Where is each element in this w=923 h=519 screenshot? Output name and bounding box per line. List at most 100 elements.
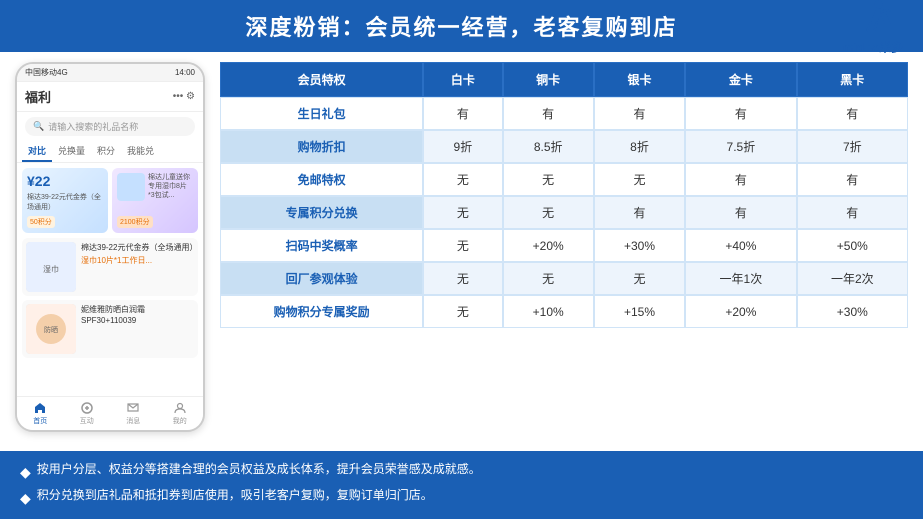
row-cell: 无 <box>503 262 594 295</box>
page-footer: ◆ 按用户分层、权益分等搭建合理的会员权益及成长体系，提升会员荣誉感及成就感。 … <box>0 451 923 519</box>
footer-text-2: 积分兑换到店礼品和抵扣券到店使用，吸引老客户复购，复购订单归门店。 <box>37 485 433 507</box>
coupon-grid: ¥22 棉达39-22元代金券（全场通用） 50积分 棉达儿童送你专用湿巾8片*… <box>22 168 198 233</box>
row-label: 回厂参观体验 <box>220 262 423 295</box>
row-cell: 无 <box>594 262 685 295</box>
tab-points[interactable]: 积分 <box>91 141 121 162</box>
row-cell: 有 <box>797 97 908 130</box>
row-label: 购物积分专属奖励 <box>220 295 423 328</box>
row-cell: +20% <box>503 229 594 262</box>
table-row: 生日礼包有有有有有 <box>220 97 908 130</box>
row-cell: 一年2次 <box>797 262 908 295</box>
row-cell: +30% <box>797 295 908 328</box>
row-label: 扫码中奖概率 <box>220 229 423 262</box>
coupon-card-2[interactable]: 棉达儿童送你专用湿巾8片*3包试... 2100积分 <box>112 168 198 233</box>
product-image-2: 防晒 <box>26 304 76 354</box>
row-cell: 有 <box>797 196 908 229</box>
logo-text: midoo米多 <box>843 39 903 56</box>
row-cell: 有 <box>685 163 796 196</box>
svg-text:湿巾: 湿巾 <box>43 264 59 274</box>
row-cell: 无 <box>423 295 502 328</box>
col-header-gold: 金卡 <box>685 62 796 97</box>
col-header-privilege: 会员特权 <box>220 62 423 97</box>
col-header-white: 白卡 <box>423 62 502 97</box>
phone-app-header: 福利 ••• ⚙ <box>17 82 203 112</box>
row-cell: 无 <box>503 196 594 229</box>
nav-profile-label: 我的 <box>173 416 187 426</box>
main-content: 中国移动4G 14:00 福利 ••• ⚙ 🔍 请输入搜索的礼品名称 对比 兑换… <box>0 52 923 451</box>
row-cell: 7折 <box>797 130 908 163</box>
table-area: 会员特权 白卡 铜卡 银卡 金卡 黑卡 生日礼包有有有有有购物折扣9折8.5折8… <box>220 62 908 451</box>
product-image-1: 湿巾 <box>26 242 76 292</box>
row-cell: 无 <box>594 163 685 196</box>
phone-tabs: 对比 兑换量 积分 我能兑 <box>17 141 203 163</box>
table-row: 专属积分兑换无无有有有 <box>220 196 908 229</box>
row-label: 免邮特权 <box>220 163 423 196</box>
table-row: 免邮特权无无无有有 <box>220 163 908 196</box>
tab-exchange-volume[interactable]: 兑换量 <box>52 141 91 162</box>
nav-interact[interactable]: 互动 <box>80 401 94 426</box>
col-header-bronze: 铜卡 <box>503 62 594 97</box>
coupon-points-2: 2100积分 <box>117 216 153 228</box>
row-cell: 一年1次 <box>685 262 796 295</box>
coupon-price-1: ¥22 <box>27 173 103 189</box>
phone-header-icons: ••• ⚙ <box>173 91 195 102</box>
footer-item-1: ◆ 按用户分层、权益分等搭建合理的会员权益及成长体系，提升会员荣誉感及成就感。 <box>20 459 903 485</box>
row-cell: 无 <box>423 262 502 295</box>
row-cell: 有 <box>685 97 796 130</box>
svg-text:防晒: 防晒 <box>44 325 58 334</box>
table-row: 购物折扣9折8.5折8折7.5折7折 <box>220 130 908 163</box>
midoo-logo-icon <box>853 0 893 37</box>
coupon-desc-2: 棉达儿童送你专用湿巾8片*3包试... <box>148 173 193 200</box>
row-cell: 无 <box>503 163 594 196</box>
row-cell: 8折 <box>594 130 685 163</box>
row-cell: +50% <box>797 229 908 262</box>
diamond-icon-2: ◆ <box>20 486 31 511</box>
logo-area: midoo米多 <box>843 0 903 56</box>
row-cell: 有 <box>423 97 502 130</box>
row-label: 购物折扣 <box>220 130 423 163</box>
row-cell: 有 <box>594 196 685 229</box>
nav-home-label: 首页 <box>33 416 47 426</box>
phone-bottom-nav: 首页 互动 消息 我的 <box>17 396 203 430</box>
product-name-2: 妮维雅防晒白润霜 SPF30+110039 <box>81 304 194 326</box>
table-row: 扫码中奖概率无+20%+30%+40%+50% <box>220 229 908 262</box>
table-row: 购物积分专属奖励无+10%+15%+20%+30% <box>220 295 908 328</box>
page-title: 深度粉销：会员统一经营，老客复购到店 <box>245 15 677 40</box>
phone-section-title: 福利 <box>25 87 51 106</box>
row-cell: 有 <box>685 196 796 229</box>
nav-profile[interactable]: 我的 <box>173 401 187 426</box>
nav-message-label: 消息 <box>126 416 140 426</box>
product-card-2[interactable]: 防晒 妮维雅防晒白润霜 SPF30+110039 <box>22 300 198 358</box>
row-cell: +10% <box>503 295 594 328</box>
search-placeholder-text: 请输入搜索的礼品名称 <box>48 120 138 133</box>
status-bar: 中国移动4G 14:00 <box>17 64 203 82</box>
row-cell: 无 <box>423 229 502 262</box>
row-cell: 无 <box>423 163 502 196</box>
row-cell: 无 <box>423 196 502 229</box>
product-info-2: 妮维雅防晒白润霜 SPF30+110039 <box>81 304 194 326</box>
nav-home[interactable]: 首页 <box>33 401 47 426</box>
coupon-desc-1: 棉达39-22元代金券（全场通用） <box>27 193 103 211</box>
row-label: 生日礼包 <box>220 97 423 130</box>
tab-redeemable[interactable]: 我能兑 <box>121 141 160 162</box>
row-cell: 有 <box>594 97 685 130</box>
nav-message[interactable]: 消息 <box>126 401 140 426</box>
phone-search-bar[interactable]: 🔍 请输入搜索的礼品名称 <box>25 117 195 136</box>
search-icon: 🔍 <box>33 121 44 132</box>
row-cell: +30% <box>594 229 685 262</box>
row-cell: +15% <box>594 295 685 328</box>
carrier: 中国移动4G <box>25 67 68 78</box>
col-header-black: 黑卡 <box>797 62 908 97</box>
coupon-card-1[interactable]: ¥22 棉达39-22元代金券（全场通用） 50积分 <box>22 168 108 233</box>
footer-item-2: ◆ 积分兑换到店礼品和抵扣券到店使用，吸引老客户复购，复购订单归门店。 <box>20 485 903 511</box>
col-header-silver: 银卡 <box>594 62 685 97</box>
product-desc-1: 湿巾10片*1工作日... <box>81 255 194 266</box>
footer-text-1: 按用户分层、权益分等搭建合理的会员权益及成长体系，提升会员荣誉感及成就感。 <box>37 459 481 481</box>
product-card-1[interactable]: 湿巾 棉达39-22元代金券（全场通用） 湿巾10片*1工作日... <box>22 238 198 296</box>
table-header-row: 会员特权 白卡 铜卡 银卡 金卡 黑卡 <box>220 62 908 97</box>
page-header: 深度粉销：会员统一经营，老客复购到店 midoo米多 <box>0 0 923 52</box>
time: 14:00 <box>175 68 195 77</box>
row-cell: 有 <box>503 97 594 130</box>
tab-compare[interactable]: 对比 <box>22 141 52 162</box>
diamond-icon-1: ◆ <box>20 460 31 485</box>
